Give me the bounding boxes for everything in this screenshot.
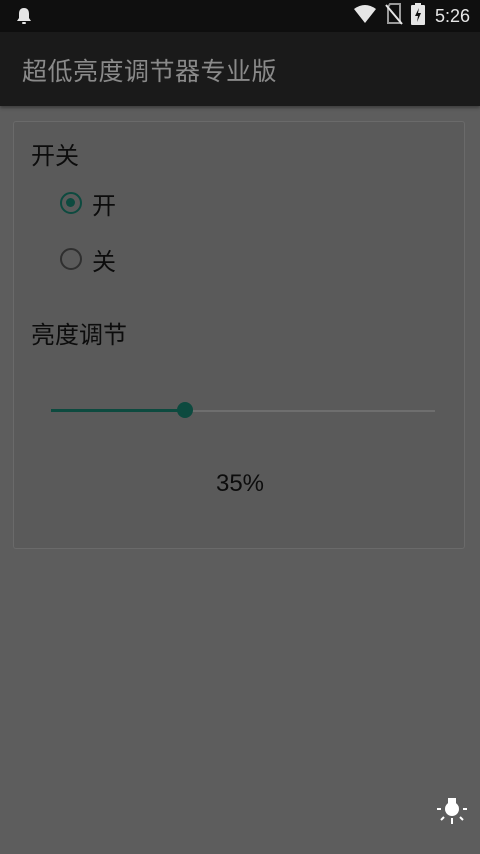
radio-option-on-label: 开	[92, 191, 116, 220]
radio-option-off-label: 关	[92, 247, 116, 276]
status-icons: 5:26	[353, 0, 470, 32]
brightness-section-label: 亮度调节	[31, 321, 127, 349]
brightness-slider[interactable]	[51, 397, 435, 427]
notification-bell-icon	[14, 6, 34, 26]
settings-card: 开关 开 关 亮度调节 35%	[13, 121, 465, 549]
light-bulb-icon[interactable]	[436, 794, 468, 828]
status-bar: 5:26	[0, 0, 480, 32]
radio-option-off[interactable]: 关	[60, 244, 116, 276]
no-sim-icon	[385, 3, 403, 29]
switch-section-label: 开关	[31, 142, 79, 170]
status-time: 5:26	[434, 5, 470, 26]
brightness-percent: 35%	[215, 470, 265, 497]
radio-checked-icon[interactable]	[60, 192, 82, 214]
app-title: 超低亮度调节器专业版	[22, 57, 278, 86]
battery-charging-icon	[410, 3, 425, 29]
slider-thumb[interactable]	[177, 402, 194, 418]
app-bar: 超低亮度调节器专业版	[0, 32, 480, 106]
radio-unchecked-icon[interactable]	[60, 248, 82, 270]
wifi-icon	[353, 4, 377, 28]
slider-fill	[51, 409, 186, 412]
radio-option-on[interactable]: 开	[60, 188, 116, 220]
